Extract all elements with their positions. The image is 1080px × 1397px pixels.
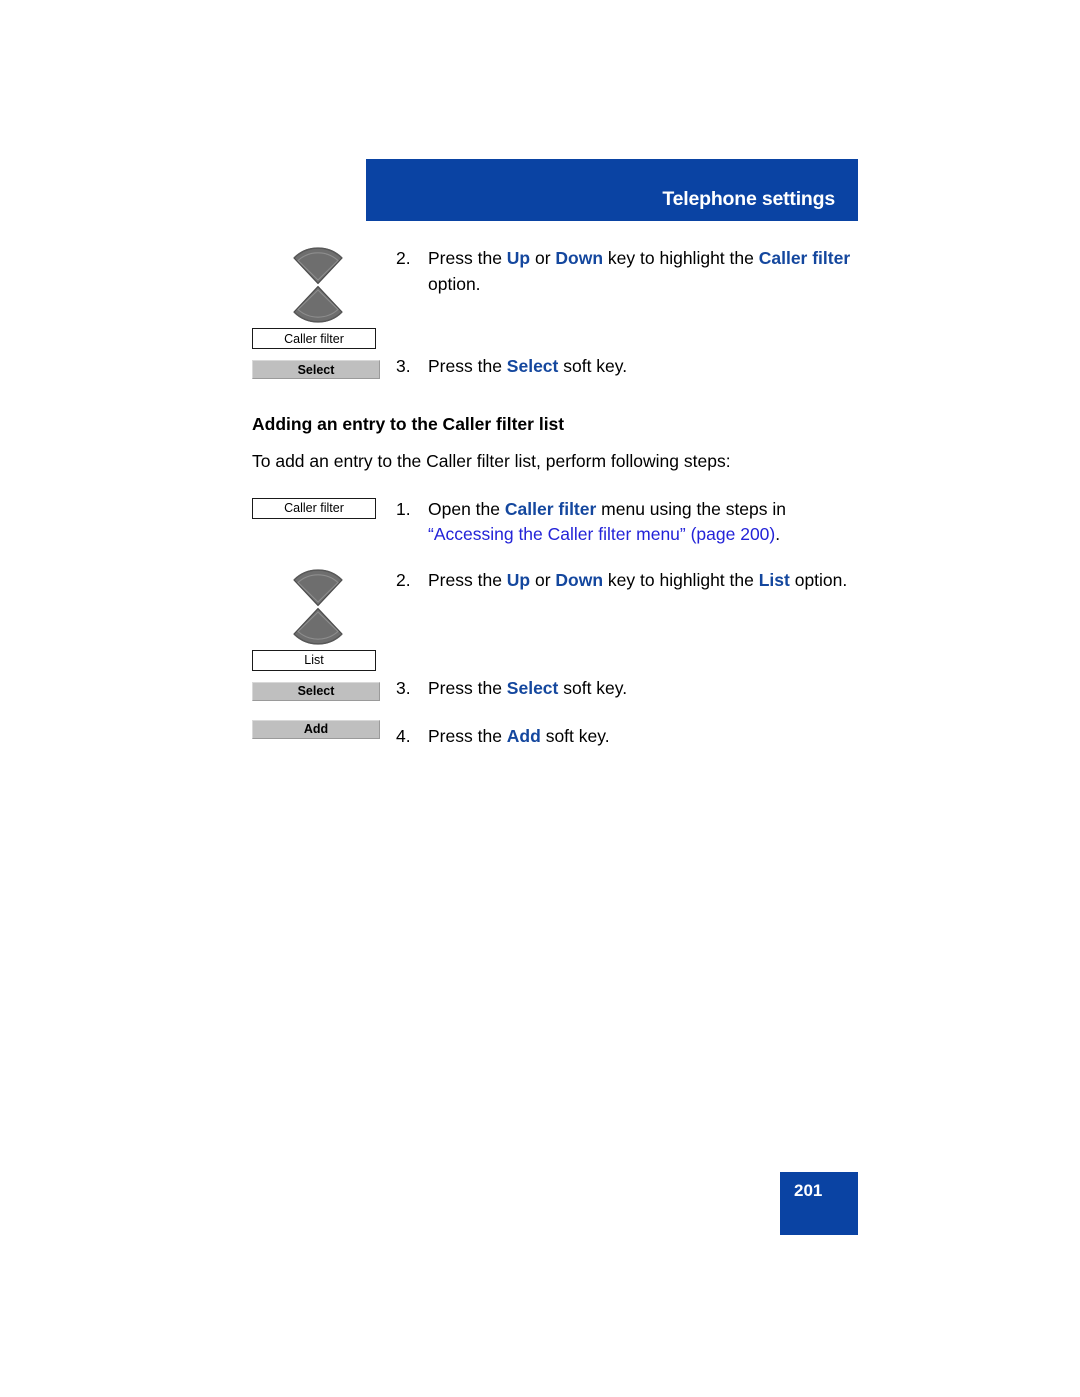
step-artwork xyxy=(252,568,386,646)
step-row: List Select 3. Press the Select soft key… xyxy=(252,649,862,707)
step-number: 2. xyxy=(396,569,411,590)
keyword-emphasis: Down xyxy=(555,248,604,268)
up-down-navigation-key-icon xyxy=(293,247,343,323)
step-text-column: 2. Press the Up or Down key to highlight… xyxy=(396,568,862,594)
step-number: 4. xyxy=(396,725,411,746)
phone-display-box: Caller filter xyxy=(252,497,376,519)
soft-key-label: Select xyxy=(297,684,335,698)
soft-key-button[interactable]: Select xyxy=(252,360,380,379)
phone-display-label: List xyxy=(304,653,324,667)
cross-reference-link[interactable]: “Accessing the Caller filter menu” (page… xyxy=(428,524,775,544)
step-text-column: 4. Press the Add soft key. xyxy=(396,707,862,750)
soft-key-button[interactable]: Select xyxy=(252,681,380,701)
step-row: 2. Press the Up or Down key to highlight… xyxy=(252,568,862,654)
running-header: Telephone settings xyxy=(366,159,858,221)
step-artwork: Caller filter xyxy=(252,497,386,519)
keyword-emphasis: Up xyxy=(506,569,531,590)
step-number: 3. xyxy=(396,677,411,698)
step-artwork: Add xyxy=(252,719,386,739)
keyword-emphasis: Select xyxy=(506,677,559,698)
step-body: Press the Up or Down key to highlight th… xyxy=(428,248,851,294)
page-number: 201 xyxy=(794,1181,823,1200)
step-row: Caller filter Select 3. Press the Select… xyxy=(252,328,862,394)
keyword-emphasis: Add xyxy=(506,725,541,746)
step-body: Open the Caller filter menu using the st… xyxy=(428,498,787,545)
step-row: Add 4. Press the Add soft key. xyxy=(252,707,862,747)
step-text-column: 3. Press the Select soft key. xyxy=(396,332,862,380)
phone-display-label: Caller filter xyxy=(284,501,344,515)
phone-display-box: List xyxy=(252,649,376,671)
step-number: 3. xyxy=(396,356,411,376)
keyword-emphasis: Caller filter xyxy=(758,248,851,268)
step-body: Press the Add soft key. xyxy=(428,725,610,746)
keyword-emphasis: Select xyxy=(506,356,559,376)
step-text-column: 2. Press the Up or Down key to highlight… xyxy=(396,246,862,297)
page-number-folio: 201 xyxy=(780,1172,858,1235)
running-header-title: Telephone settings xyxy=(662,188,835,210)
step-artwork: Caller filter Select xyxy=(252,328,386,379)
step-artwork xyxy=(252,246,386,324)
keyword-emphasis: Up xyxy=(506,248,531,268)
keyword-emphasis: Caller filter xyxy=(504,498,597,519)
section-heading: Adding an entry to the Caller filter lis… xyxy=(252,414,565,434)
keyword-emphasis: List xyxy=(758,569,790,590)
step-text-column: 1. Open the Caller filter menu using the… xyxy=(396,497,862,548)
step-text-column: 3. Press the Select soft key. xyxy=(396,654,862,702)
step-body: Press the Up or Down key to highlight th… xyxy=(428,569,848,590)
document-page: Telephone settings 2. Press the Up or Do… xyxy=(0,0,1080,1397)
soft-key-label: Add xyxy=(303,722,329,736)
section-intro: To add an entry to the Caller filter lis… xyxy=(252,451,731,471)
page-content: 2. Press the Up or Down key to highlight… xyxy=(252,246,862,747)
keyword-emphasis: Down xyxy=(555,569,604,590)
soft-key-button[interactable]: Add xyxy=(252,719,380,739)
step-artwork: List Select xyxy=(252,649,386,701)
phone-display-label: Caller filter xyxy=(284,331,344,346)
step-number: 1. xyxy=(396,498,411,519)
step-number: 2. xyxy=(396,248,411,268)
up-down-navigation-key-icon xyxy=(293,568,343,645)
step-body: Press the Select soft key. xyxy=(428,356,628,376)
phone-display-box: Caller filter xyxy=(252,328,376,349)
soft-key-label: Select xyxy=(297,362,335,377)
step-body: Press the Select soft key. xyxy=(428,677,628,698)
step-row: Caller filter 1. Open the Caller filter … xyxy=(252,497,862,568)
step-row: 2. Press the Up or Down key to highlight… xyxy=(252,246,862,332)
